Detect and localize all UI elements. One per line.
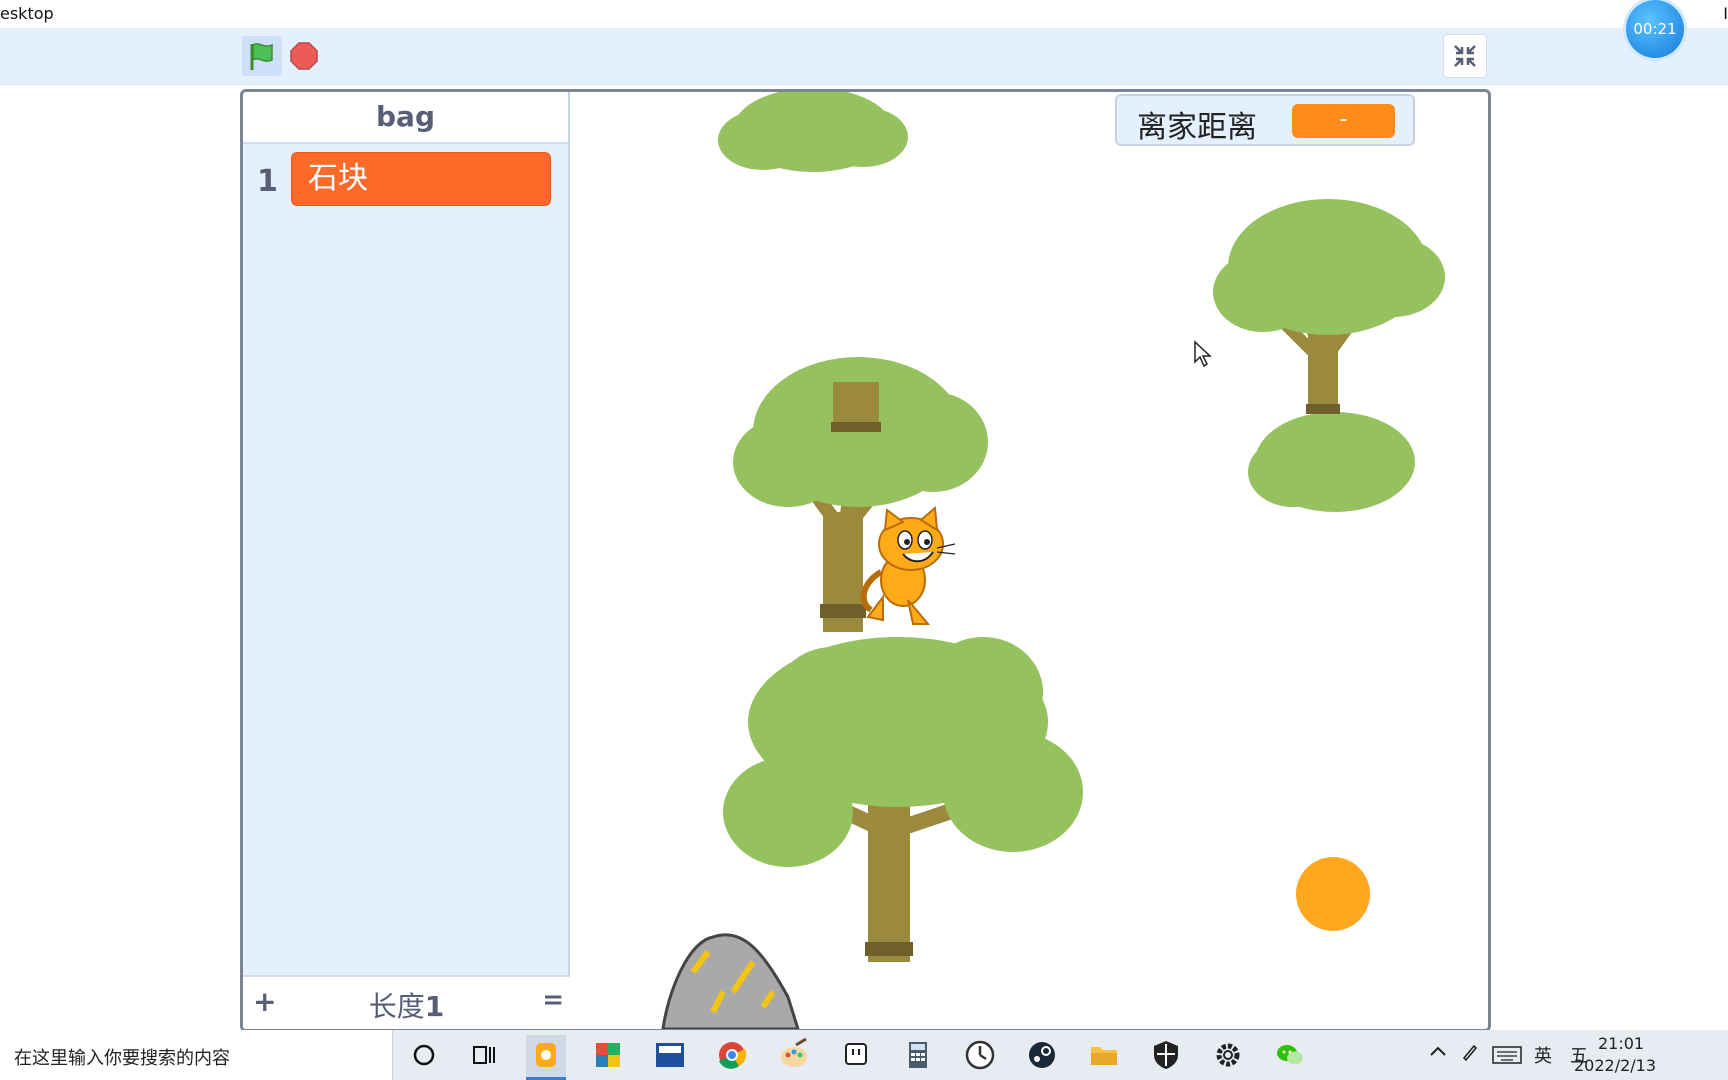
file-explorer-icon[interactable] — [1084, 1035, 1124, 1075]
cortana-icon[interactable] — [404, 1035, 444, 1075]
cat-sprite[interactable] — [860, 505, 956, 625]
list-length-prefix: 长度 — [368, 990, 425, 1023]
list-resize-handle[interactable]: = — [542, 985, 564, 1015]
recording-timer[interactable]: 00:21 — [1626, 0, 1684, 58]
window-title-bar: esktop I — [0, 0, 1728, 28]
dev-cpp-icon[interactable] — [650, 1035, 690, 1075]
window-title: esktop — [0, 4, 54, 23]
list-title: bag — [243, 92, 568, 144]
green-flag-button[interactable] — [242, 36, 282, 76]
ime-language-indicator[interactable]: 英 — [1534, 1042, 1552, 1068]
variable-label: 离家距离 — [1137, 110, 1257, 145]
tree-sprite[interactable] — [1213, 199, 1445, 512]
list-length: 长度1 — [243, 985, 570, 1025]
orange-ball-sprite[interactable] — [1296, 857, 1370, 931]
chevron-up-icon[interactable] — [1428, 1042, 1448, 1062]
list-monitor-bag: bag 1 石块 + 长度1 = — [243, 92, 570, 1029]
keyboard-icon[interactable] — [1492, 1046, 1522, 1064]
stage[interactable]: bag 1 石块 + 长度1 = 离家距离 - — [240, 89, 1491, 1032]
taskbar-clock-date[interactable]: 2022/2/13 — [1574, 1056, 1656, 1075]
tree-sprite[interactable] — [723, 637, 1083, 962]
taskbar-search-box[interactable]: 在这里输入你要搜索的内容 — [0, 1030, 393, 1080]
taskbar-clock-time[interactable]: 21:01 — [1598, 1034, 1644, 1053]
variable-value: - — [1292, 104, 1395, 138]
office-icon[interactable] — [588, 1035, 628, 1075]
twitch-icon[interactable] — [836, 1035, 876, 1075]
scratch-icon[interactable] — [526, 1035, 566, 1080]
exit-fullscreen-icon — [1454, 45, 1476, 67]
mouse-cursor-icon — [1194, 340, 1212, 368]
pen-icon[interactable] — [1460, 1042, 1480, 1062]
rock-sprite[interactable] — [661, 933, 800, 1029]
security-icon[interactable] — [1146, 1035, 1186, 1075]
green-flag-icon — [250, 43, 273, 70]
task-view-icon[interactable] — [464, 1035, 504, 1075]
window-title-edge: I — [1723, 4, 1728, 23]
list-length-value: 1 — [424, 990, 445, 1023]
list-item: 1 石块 — [243, 152, 570, 212]
paint-icon[interactable] — [774, 1035, 814, 1075]
list-item-index: 1 — [257, 164, 278, 199]
taskbar-search-placeholder: 在这里输入你要搜索的内容 — [14, 1048, 230, 1069]
clock-icon[interactable] — [960, 1035, 1000, 1075]
calculator-icon[interactable] — [898, 1035, 938, 1075]
chrome-icon[interactable] — [712, 1035, 752, 1075]
stop-button[interactable] — [290, 42, 318, 70]
steam-icon[interactable] — [1022, 1035, 1062, 1075]
bush-sprite[interactable] — [718, 92, 908, 172]
tree-sprite[interactable] — [733, 357, 988, 632]
exit-fullscreen-button[interactable] — [1443, 34, 1487, 78]
stop-icon — [290, 42, 318, 70]
settings-icon[interactable] — [1208, 1035, 1248, 1075]
variable-monitor: 离家距离 - — [1115, 94, 1415, 146]
player-control-bar — [0, 28, 1728, 85]
wechat-icon[interactable] — [1270, 1035, 1310, 1075]
list-item-value[interactable]: 石块 — [291, 152, 551, 206]
taskbar: 在这里输入你要搜索的内容 英 五 21:01 2022/2/13 — [0, 1030, 1728, 1080]
list-footer: + 长度1 = — [243, 975, 570, 1029]
